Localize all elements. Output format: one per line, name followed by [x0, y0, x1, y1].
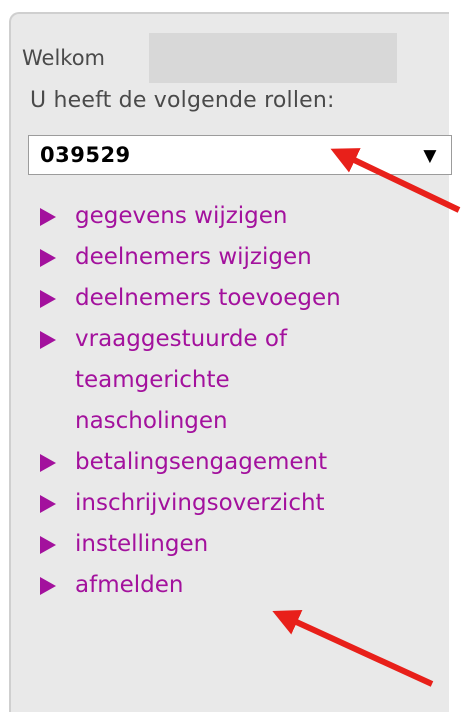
menu-item-deelnemers-wijzigen[interactable]: deelnemers wijzigen	[40, 237, 341, 278]
triangle-right-icon	[40, 454, 56, 472]
triangle-right-icon	[40, 577, 56, 595]
menu-item-label: instellingen	[75, 531, 209, 557]
menu-item-label-line-2: teamgerichte	[75, 367, 230, 393]
menu-item-betalingsengagement[interactable]: betalingsengagement	[40, 442, 341, 483]
menu-item-deelnemers-toevoegen[interactable]: deelnemers toevoegen	[40, 278, 341, 319]
triangle-right-icon	[40, 208, 56, 226]
menu-item-label: deelnemers toevoegen	[75, 285, 341, 311]
menu-item-afmelden[interactable]: afmelden	[40, 565, 341, 606]
redacted-username	[149, 33, 397, 83]
menu-item-label: betalingsengagement	[75, 449, 328, 475]
welcome-row: Welkom	[22, 33, 105, 83]
menu-item-vraaggestuurde-nascholingen[interactable]: vraaggestuurde of teamgerichte nascholin…	[40, 319, 341, 442]
role-dropdown[interactable]: 039529 ▼	[28, 135, 452, 175]
menu-item-label: inschrijvingsoverzicht	[75, 490, 325, 516]
menu-item-instellingen[interactable]: instellingen	[40, 524, 341, 565]
menu-item-gegevens-wijzigen[interactable]: gegevens wijzigen	[40, 196, 341, 237]
dropdown-caret-icon: ▼	[423, 146, 437, 166]
welcome-label: Welkom	[22, 46, 106, 70]
menu-item-label-line-1: vraaggestuurde of	[75, 326, 288, 352]
menu-item-inschrijvingsoverzicht[interactable]: inschrijvingsoverzicht	[40, 483, 341, 524]
triangle-right-icon	[40, 290, 56, 308]
menu-item-label: gegevens wijzigen	[75, 203, 288, 229]
triangle-right-icon	[40, 331, 56, 349]
triangle-right-icon	[40, 536, 56, 554]
triangle-right-icon	[40, 495, 56, 513]
triangle-right-icon	[40, 249, 56, 267]
role-dropdown-value: 039529	[40, 143, 131, 167]
account-menu: gegevens wijzigen deelnemers wijzigen de…	[40, 196, 341, 606]
roles-label: U heeft de volgende rollen:	[30, 88, 335, 113]
menu-item-label: afmelden	[75, 572, 184, 598]
menu-item-label: deelnemers wijzigen	[75, 244, 312, 270]
menu-item-label-line-3: nascholingen	[75, 408, 228, 434]
